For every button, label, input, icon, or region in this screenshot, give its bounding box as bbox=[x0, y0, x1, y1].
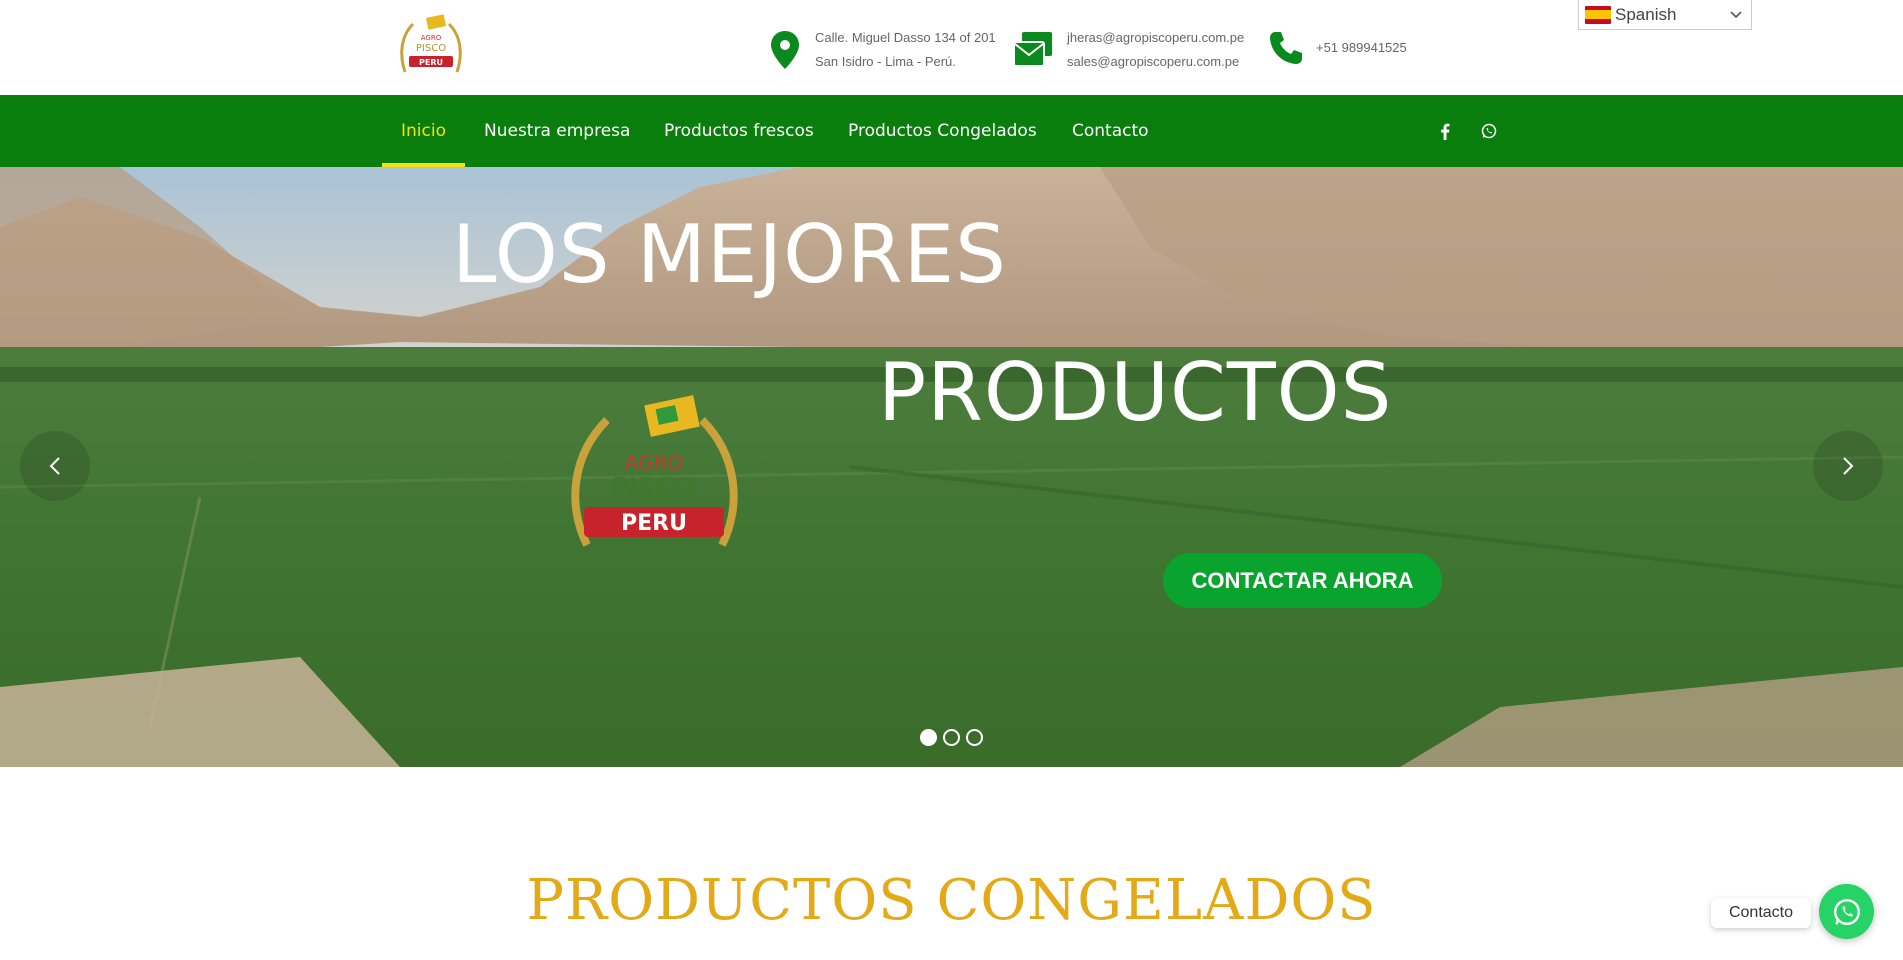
nav-item-productos-frescos[interactable]: Productos frescos bbox=[664, 95, 814, 167]
phone-block: +51 989941525 bbox=[1266, 28, 1407, 68]
logo-text-middle: PISCO bbox=[416, 43, 446, 54]
nav-item-productos-congelados[interactable]: Productos Congelados bbox=[848, 95, 1037, 167]
slider-dot-2[interactable] bbox=[943, 729, 960, 746]
chevron-down-icon bbox=[1729, 5, 1743, 25]
slider-dot-1[interactable] bbox=[920, 729, 937, 746]
phone-number[interactable]: +51 989941525 bbox=[1316, 36, 1407, 60]
whatsapp-icon bbox=[1833, 898, 1860, 925]
section-title: PRODUCTOS CONGELADOS bbox=[526, 868, 1377, 933]
slider-prev-button[interactable] bbox=[20, 431, 90, 501]
svg-text:PISCO: PISCO bbox=[612, 471, 697, 504]
hero-agro-pisco-logo: AGRO PISCO PERU bbox=[571, 395, 738, 547]
nav-item-inicio[interactable]: Inicio bbox=[401, 95, 446, 167]
hero-slider: AGRO PISCO PERU LOS MEJORES PRODUCTOS CO… bbox=[0, 167, 1903, 767]
phone-icon bbox=[1266, 28, 1306, 68]
facebook-icon[interactable] bbox=[1440, 95, 1450, 167]
chevron-left-icon bbox=[49, 457, 60, 475]
language-label: Spanish bbox=[1615, 4, 1677, 24]
language-selector[interactable]: Spanish bbox=[1578, 0, 1752, 30]
nav-item-contacto[interactable]: Contacto bbox=[1072, 95, 1149, 167]
nav-item-nuestra-empresa[interactable]: Nuestra empresa bbox=[484, 95, 630, 167]
whatsapp-float-button[interactable] bbox=[1819, 884, 1874, 939]
address-block: Calle. Miguel Dasso 134 of 201 San Isidr… bbox=[765, 26, 996, 74]
top-header: AGRO PISCO PERU Calle. Miguel Dasso 134 … bbox=[0, 0, 1903, 95]
hero-title-line2: PRODUCTOS bbox=[878, 346, 1393, 439]
contact-now-button[interactable]: CONTACTAR AHORA bbox=[1163, 553, 1442, 608]
address-line2: San Isidro - Lima - Perú. bbox=[815, 54, 956, 69]
svg-text:PERU: PERU bbox=[621, 511, 687, 536]
email-2[interactable]: sales@agropiscoperu.com.pe bbox=[1067, 50, 1244, 74]
location-pin-icon bbox=[765, 30, 805, 70]
address-line1: Calle. Miguel Dasso 134 of 201 bbox=[815, 30, 996, 45]
slider-dot-3[interactable] bbox=[966, 729, 983, 746]
email-block: jheras@agropiscoperu.com.pe sales@agropi… bbox=[1013, 26, 1244, 74]
hero-title-line1: LOS MEJORES bbox=[452, 208, 1007, 301]
logo-text-bottom: PERU bbox=[419, 58, 443, 67]
email-1[interactable]: jheras@agropiscoperu.com.pe bbox=[1067, 26, 1244, 50]
slider-dots bbox=[920, 729, 983, 746]
logo-text-top: AGRO bbox=[421, 34, 442, 42]
mail-icon bbox=[1013, 30, 1057, 70]
agro-pisco-logo[interactable]: AGRO PISCO PERU bbox=[397, 14, 465, 76]
spain-flag-icon bbox=[1585, 5, 1611, 24]
chevron-right-icon bbox=[1843, 457, 1854, 475]
slider-next-button[interactable] bbox=[1813, 431, 1883, 501]
whatsapp-icon[interactable] bbox=[1481, 95, 1497, 167]
whatsapp-widget-label[interactable]: Contacto bbox=[1711, 898, 1811, 928]
